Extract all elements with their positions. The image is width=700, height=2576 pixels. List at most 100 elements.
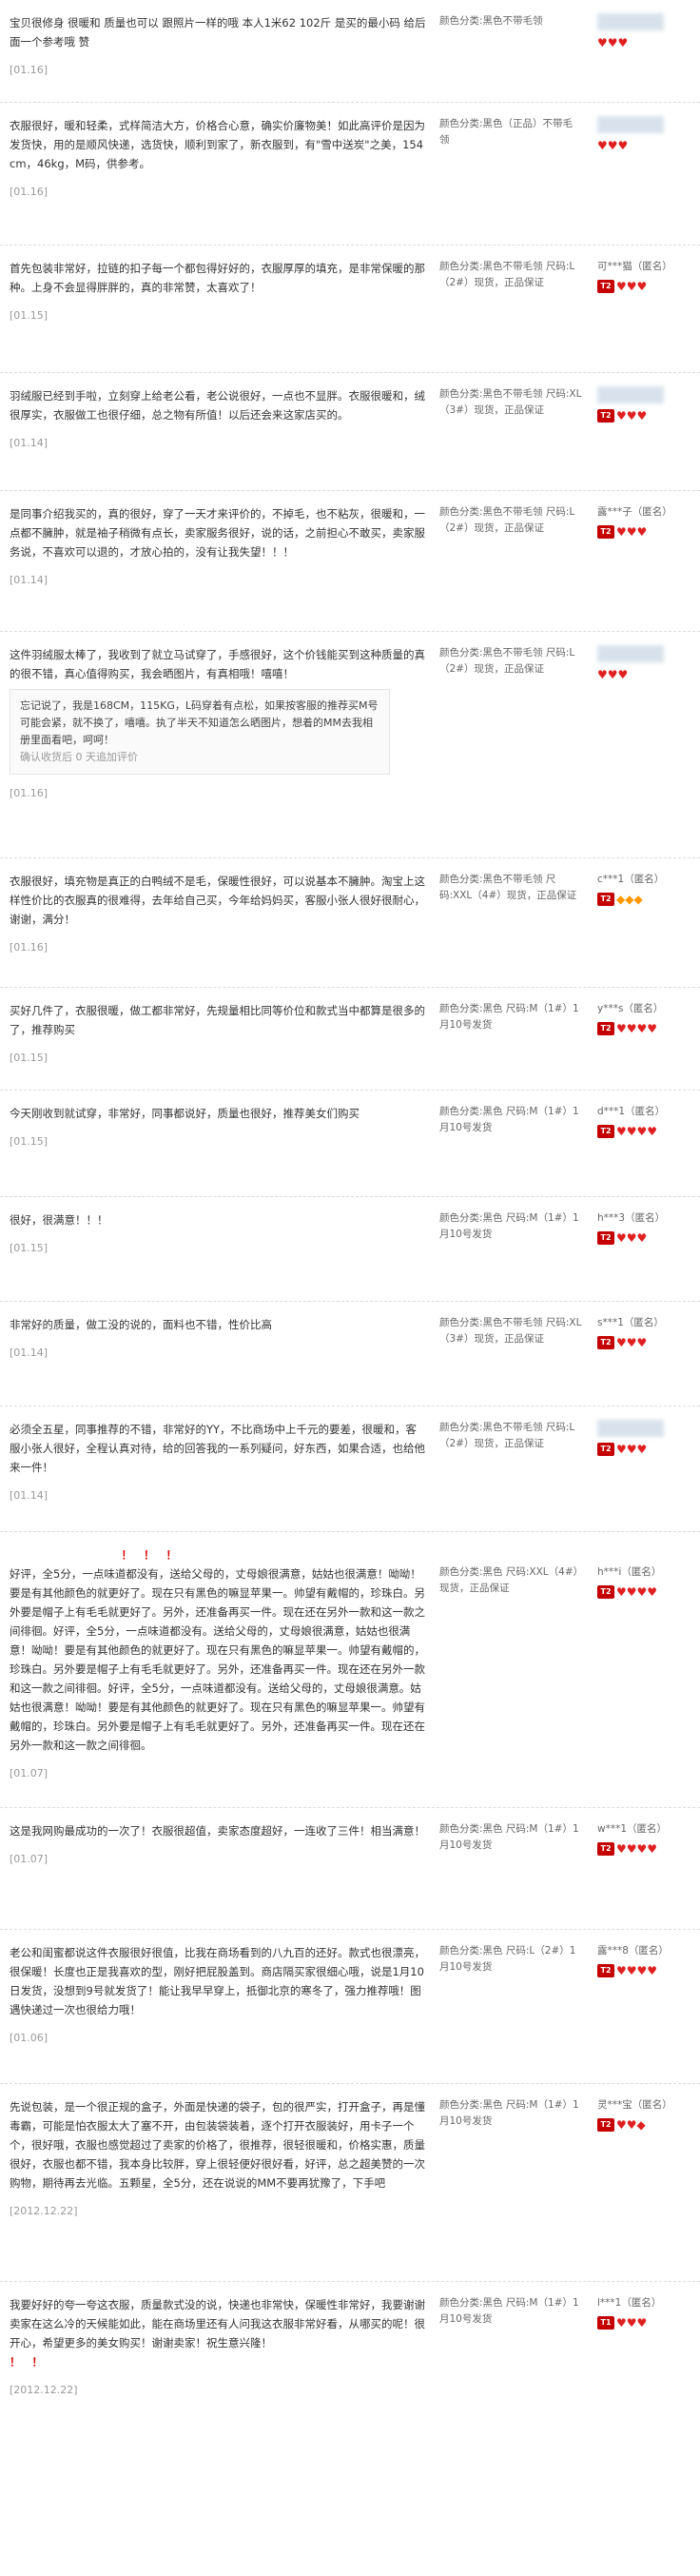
level-icon: T2 <box>597 525 614 539</box>
sku-info: 颜色分类:黑色 尺码:XXL（4#）现货，正品保证 <box>439 1566 578 1594</box>
sku-info: 颜色分类:黑色 尺码:M（1#）1月10号发货 <box>439 2297 579 2325</box>
reviewer: c***1（匿名） T2 ◆◆◆ <box>597 872 692 906</box>
review-item: 这件羽绒服太棒了，我收到了就立马试穿了，手感很好，这个价钱能买到这种质量的真的很… <box>0 632 700 858</box>
reviewer-level: T2 ♥♥♥ <box>597 525 692 539</box>
reviewer-level: T2 ♥♥♥♥ <box>597 1125 692 1138</box>
review-content: 买好几件了，衣服很暖，做工都非常好，先规量相比同等价位和款式当中都算是很多的了，… <box>10 1001 426 1068</box>
level-icon: T2 <box>597 1022 614 1035</box>
level-icon: T2 <box>597 1964 614 1977</box>
review-content: 很好，很满意！！！ [01.15] <box>10 1210 426 1258</box>
sku-info: 颜色分类:黑色 尺码:L（2#）1月10号发货 <box>439 1945 576 1973</box>
review-date: [01.16] <box>10 787 49 799</box>
reviewer: d***1（匿名） T2 ♥♥♥♥ <box>597 1104 692 1138</box>
reviewer-name-blurred <box>597 645 664 662</box>
review-content: ！！！ 好评，全5分，一点味道都没有，送给父母的，丈母娘很满意，姑姑也很满意！呦… <box>10 1545 426 1783</box>
level-icon: T2 <box>597 1585 614 1599</box>
reviewer-level: T2 ◆◆◆ <box>597 893 692 906</box>
diamond-icon: ◆◆◆ <box>616 893 643 906</box>
appended-review: 忘记说了，我是168CM，115KG，L码穿着有点松，如果按客服的推荐买M号可能… <box>10 689 390 775</box>
exclamation-annotation: ！！！ <box>10 1548 188 1562</box>
heart-icon: ♥♥♥ <box>616 1443 648 1456</box>
reviewer-name: 露***子（匿名） <box>597 506 672 518</box>
sku-info: 颜色分类:黑色 尺码:M（1#）1月10号发货 <box>439 1212 579 1240</box>
review-item: 是同事介绍我买的，真的很好，穿了一天才来评价的，不掉毛，也不粘灰，很暖和，一点都… <box>0 491 700 632</box>
reviewer-level: ♥♥♥ <box>597 139 692 152</box>
review-date: [01.07] <box>10 1853 49 1865</box>
heart-icon: ♥♥♥♥ <box>616 1964 658 1977</box>
review-content: 今天刚收到就试穿，非常好，同事都说好，质量也很好，推荐美女们购买 [01.15] <box>10 1104 426 1151</box>
review-date: [01.15] <box>10 1135 49 1148</box>
reviewer-name-blurred <box>597 1420 664 1437</box>
review-item: 这是我网购最成功的一次了！衣服很超值，卖家态度超好，一连收了三件！相当满意！ [… <box>0 1808 700 1930</box>
level-icon: T2 <box>597 280 614 293</box>
review-item: 很好，很满意！！！ [01.15] 颜色分类:黑色 尺码:M（1#）1月10号发… <box>0 1197 700 1302</box>
review-date: [2012.12.22] <box>10 2205 78 2217</box>
sku-info: 颜色分类:黑色不带毛领 尺码:XXL（4#）现货，正品保证 <box>439 874 577 901</box>
level-icon: T2 <box>597 1336 614 1349</box>
review-content: 这件羽绒服太棒了，我收到了就立马试穿了，手感很好，这个价钱能买到这种质量的真的很… <box>10 645 426 803</box>
reviewer-level: T2 ♥♥♥♥ <box>597 1022 692 1035</box>
level-icon: T2 <box>597 1842 614 1856</box>
review-item: 今天刚收到就试穿，非常好，同事都说好，质量也很好，推荐美女们购买 [01.15]… <box>0 1091 700 1197</box>
review-list: 宝贝很修身 很暖和 质量也可以 跟照片一样的哦 本人1米62 102斤 是买的最… <box>0 0 700 2425</box>
reviewer: ♥♥♥ <box>597 13 692 49</box>
reviewer-level: T2 ♥♥♥ <box>597 1231 692 1245</box>
reviewer: s***1（匿名） T2 ♥♥♥ <box>597 1315 692 1349</box>
review-date: [01.14] <box>10 574 49 586</box>
reviewer: l***1（匿名） T1 ♥♥♥ <box>597 2295 692 2330</box>
reviewer-level: T2 ♥♥◆ <box>597 2118 692 2132</box>
reviewer-level: T2 ♥♥♥♥ <box>597 1964 692 1977</box>
review-item: 羽绒服已经到手啦，立刻穿上给老公看，老公说很好，一点也不显胖。衣服很暖和，绒很厚… <box>0 373 700 491</box>
heart-icon: ♥♥♥ <box>597 668 629 681</box>
reviewer-name: 灵***宝（匿名） <box>597 2099 672 2111</box>
heart-icon: ♥♥♥♥ <box>616 1842 658 1856</box>
reviewer-name: d***1（匿名） <box>597 1106 666 1117</box>
sku-info: 颜色分类:黑色（正品）不带毛领 <box>439 118 574 146</box>
heart-icon: ♥♥♥ <box>616 525 648 539</box>
reviewer-name: w***1（匿名） <box>597 1823 668 1835</box>
reviewer: 露***子（匿名） T2 ♥♥♥ <box>597 504 692 539</box>
review-date: [01.14] <box>10 437 49 449</box>
reviewer-level: T2 ♥♥♥ <box>597 1336 692 1349</box>
reviewer: T2 ♥♥♥ <box>597 1420 692 1456</box>
reviewer-level: ♥♥♥ <box>597 36 692 49</box>
reviewer-level: T1 ♥♥♥ <box>597 2316 692 2330</box>
review-item: 必须全五星，同事推荐的不错，非常好的YY，不比商场中上千元的要差，很暖和，客服小… <box>0 1406 700 1532</box>
reviewer: h***i（匿名） T2 ♥♥♥♥ <box>597 1564 692 1599</box>
review-date: [01.16] <box>10 941 49 954</box>
sku-info: 颜色分类:黑色 尺码:M（1#）1月10号发货 <box>439 1106 579 1133</box>
review-date: [01.07] <box>10 1767 49 1780</box>
review-item: 首先包装非常好，拉链的扣子每一个都包得好好的，衣服厚厚的填充，是非常保暖的那种。… <box>0 246 700 373</box>
reviewer: 灵***宝（匿名） T2 ♥♥◆ <box>597 2097 692 2132</box>
sku-info: 颜色分类:黑色 尺码:M（1#）1月10号发货 <box>439 2099 579 2127</box>
reviewer: ♥♥♥ <box>597 645 692 681</box>
review-item: 衣服很好，填充物是真正的白鸭绒不是毛，保暖性很好，可以说基本不臃肿。淘宝上这样性… <box>0 858 700 988</box>
review-content: 首先包装非常好，拉链的扣子每一个都包得好好的，衣服厚厚的填充，是非常保暖的那种。… <box>10 259 426 325</box>
heart-icon: ♥♥♥♥ <box>616 1022 658 1035</box>
reviewer: 露***8（匿名） T2 ♥♥♥♥ <box>597 1943 692 1977</box>
reviewer-name: y***s（匿名） <box>597 1003 664 1014</box>
review-item: 宝贝很修身 很暖和 质量也可以 跟照片一样的哦 本人1米62 102斤 是买的最… <box>0 0 700 103</box>
level-icon: T2 <box>597 1231 614 1245</box>
reviewer-name-blurred <box>597 116 664 133</box>
level-icon: T2 <box>597 1443 614 1456</box>
review-date: [01.14] <box>10 1347 49 1359</box>
heart-icon: ♥♥♥ <box>616 2316 648 2330</box>
review-date: [2012.12.22] <box>10 2384 78 2396</box>
append-date: 确认收货后 0 天追加评价 <box>20 751 138 763</box>
heart-icon: ♥♥♥ <box>616 1336 648 1349</box>
review-item: 非常好的质量，做工没的说的，面料也不错，性价比高 [01.14] 颜色分类:黑色… <box>0 1302 700 1406</box>
reviewer: ♥♥♥ <box>597 116 692 152</box>
review-content: 衣服很好，暖和轻柔，式样简洁大方，价格合心意，确实价廉物美！如此高评价是因为发货… <box>10 116 426 202</box>
review-date: [01.15] <box>10 309 49 322</box>
review-content: 羽绒服已经到手啦，立刻穿上给老公看，老公说很好，一点也不显胖。衣服很暖和，绒很厚… <box>10 386 426 453</box>
review-content: 必须全五星，同事推荐的不错，非常好的YY，不比商场中上千元的要差，很暖和，客服小… <box>10 1420 426 1505</box>
review-content: 这是我网购最成功的一次了！衣服很超值，卖家态度超好，一连收了三件！相当满意！ [… <box>10 1821 426 1869</box>
reviewer-level: T2 ♥♥♥♥ <box>597 1585 692 1599</box>
reviewer: T2 ♥♥♥ <box>597 386 692 423</box>
review-content: 宝贝很修身 很暖和 质量也可以 跟照片一样的哦 本人1米62 102斤 是买的最… <box>10 13 426 80</box>
review-item: 我要好好的夸一夸这衣服，质量款式没的说，快递也非常快，保暖性非常好，我要谢谢卖家… <box>0 2282 700 2425</box>
review-item: 衣服很好，暖和轻柔，式样简洁大方，价格合心意，确实价廉物美！如此高评价是因为发货… <box>0 103 700 246</box>
reviewer-level: ♥♥♥ <box>597 668 692 681</box>
heart-icon: ♥♥♥♥ <box>616 1125 658 1138</box>
